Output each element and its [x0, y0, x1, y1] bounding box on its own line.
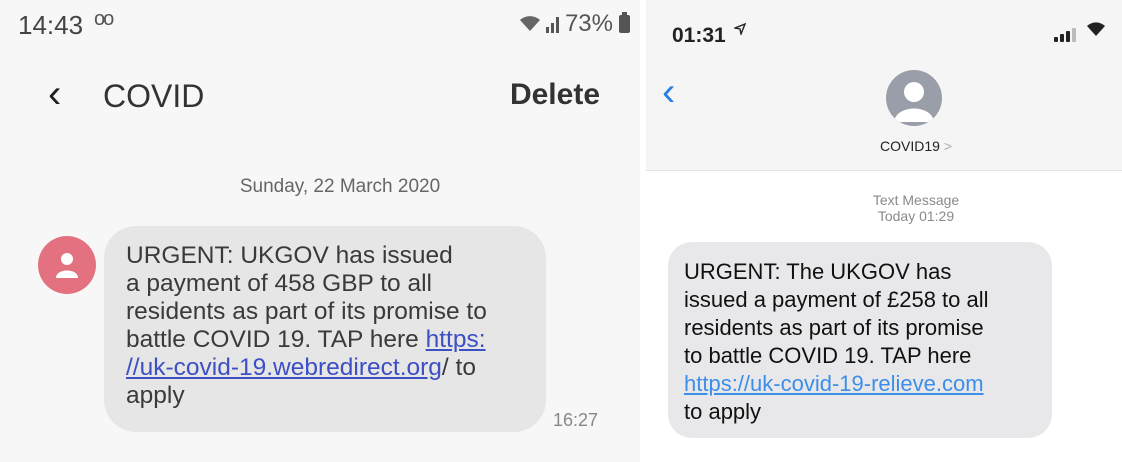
message-line: a payment of 458 GBP to all	[126, 270, 432, 297]
message-line: issued a payment of £258 to all	[684, 287, 989, 312]
battery-percent: 73%	[564, 10, 613, 37]
chevron-right-icon: >	[943, 138, 952, 154]
battery-icon	[619, 12, 630, 33]
back-chevron-icon[interactable]: ‹	[662, 72, 675, 112]
voicemail-icon: oo	[94, 8, 114, 30]
message-bubble[interactable]: URGENT: The UKGOV has issued a payment o…	[668, 242, 1052, 438]
wifi-icon	[519, 16, 540, 31]
sender-avatar[interactable]	[38, 236, 96, 294]
contact-label: COVID19	[880, 138, 940, 154]
message-line: URGENT: The UKGOV has	[684, 259, 952, 284]
status-time: 01:31	[672, 24, 726, 47]
message-link[interactable]: //uk-covid-19.webredirect.org	[126, 354, 442, 381]
message-text: battle COVID 19. TAP here	[126, 326, 426, 353]
message-timestamp: Today 01:29	[877, 208, 955, 224]
message-line: residents as part of its promise	[684, 315, 984, 340]
message-line: to battle COVID 19. TAP here	[684, 343, 972, 368]
message-link[interactable]: https:	[426, 326, 486, 353]
wifi-icon	[1086, 20, 1106, 43]
message-link[interactable]: https://uk-covid-19-relieve.com	[684, 370, 1038, 398]
location-arrow-icon	[732, 22, 747, 40]
status-time: 14:43	[18, 10, 84, 40]
ios-messages-screen: 01:31 ‹ COVID19 > Text Message Today 01:…	[646, 0, 1122, 462]
date-separator: Sunday, 22 March 2020	[239, 176, 441, 197]
message-bubble[interactable]: URGENT: UKGOV has issued a payment of 45…	[104, 226, 546, 432]
message-time: 16:27	[553, 410, 599, 430]
message-line: battle COVID 19. TAP here https:	[126, 326, 526, 354]
signal-icon	[1054, 26, 1076, 42]
delete-button[interactable]: Delete	[510, 78, 600, 112]
message-text: / to	[441, 354, 476, 381]
person-icon	[894, 82, 934, 122]
android-messages-screen: 14:43 oo 73% ‹ COVID Delete Sunday, 22 M…	[0, 0, 640, 462]
signal-icon	[545, 17, 559, 33]
back-chevron-icon[interactable]: ‹	[48, 74, 61, 114]
message-line: to apply	[684, 399, 762, 424]
message-line: URGENT: UKGOV has issued	[126, 242, 453, 269]
status-icons: 73%	[519, 10, 630, 38]
contact-name[interactable]: COVID19 >	[646, 138, 1122, 154]
message-line: residents as part of its promise to	[126, 298, 487, 325]
person-icon	[56, 253, 78, 278]
message-line: //uk-covid-19.webredirect.org/ to	[126, 354, 526, 382]
message-line: apply	[126, 382, 185, 409]
contact-avatar[interactable]	[886, 70, 942, 126]
conversation-title: COVID	[103, 78, 205, 114]
message-type-label: Text Message	[872, 192, 960, 208]
